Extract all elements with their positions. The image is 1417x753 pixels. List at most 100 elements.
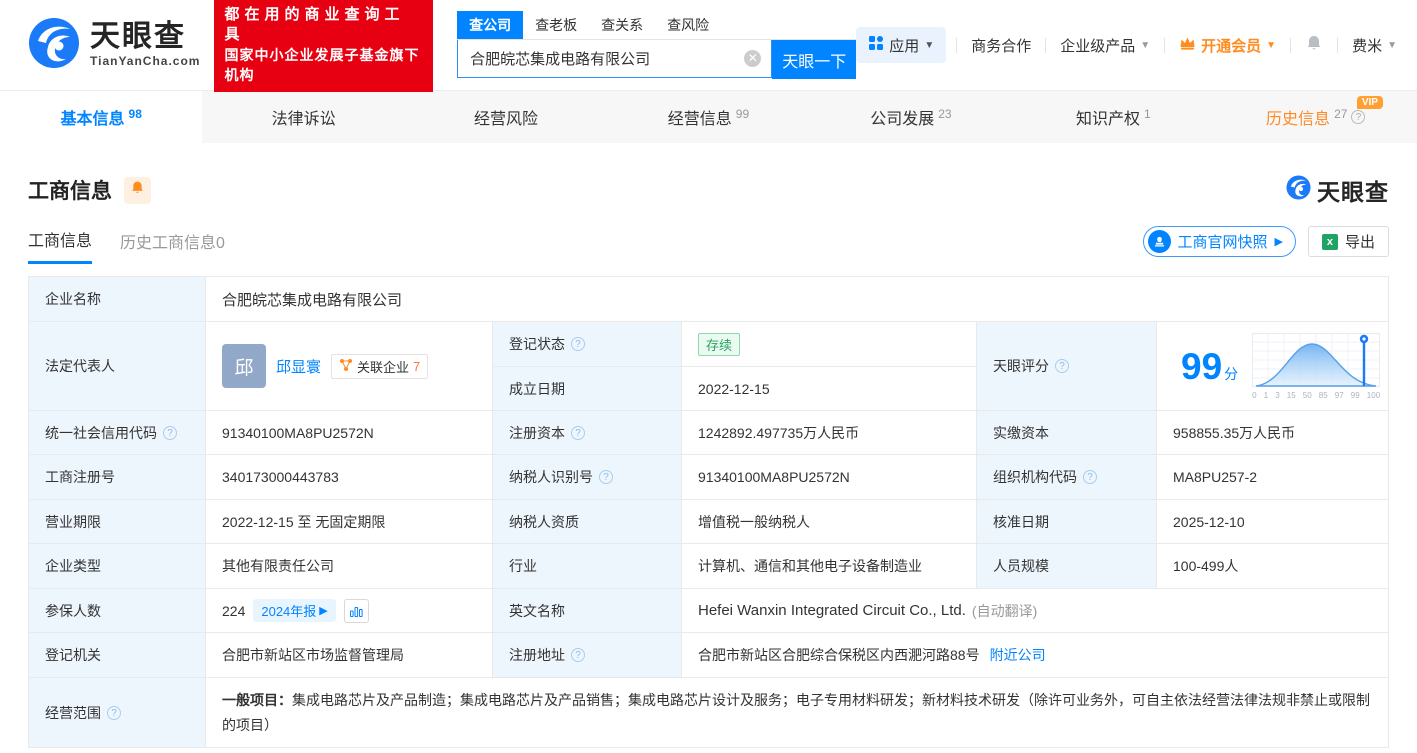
insured-value: 224 2024年报 ▶ <box>206 589 493 633</box>
content: 工商信息 天眼查 工商信息 历史工商信息0 工商官网快照 ▶ x 导出 企业名称… <box>0 173 1417 748</box>
nav-business-coop[interactable]: 商务合作 <box>967 35 1035 56</box>
header: 天眼查 TianYanCha.com 都在用的商业查询工具 国家中小企业发展子基… <box>0 0 1417 92</box>
tab-basic-info[interactable]: 基本信息 98 <box>0 91 203 143</box>
divider <box>1290 37 1292 53</box>
help-icon[interactable]: ? <box>571 337 585 351</box>
credit-code-value: 91340100MA8PU2572N <box>206 411 493 455</box>
logo-icon <box>28 17 80 74</box>
related-companies-badge[interactable]: 关联企业 7 <box>331 353 429 379</box>
chevron-down-icon: ▼ <box>1140 39 1151 51</box>
nav-enterprise-products[interactable]: 企业级产品 ▼ <box>1056 35 1154 56</box>
export-label: 导出 <box>1344 234 1375 251</box>
top-nav: 应用 ▼ 商务合作 企业级产品 ▼ 开通会员 ▼ 费米 ▼ <box>856 27 1401 63</box>
snapshot-label: 工商官网快照 <box>1177 234 1268 251</box>
taxpayer-quality-label: 纳税人资质 <box>493 500 682 544</box>
help-icon[interactable]: ? <box>571 648 585 662</box>
page: 天眼查 TianYanCha.com 都在用的商业查询工具 国家中小企业发展子基… <box>0 0 1417 753</box>
legal-rep-name-link[interactable]: 邱显寰 <box>276 356 321 377</box>
notifications-button[interactable] <box>1301 34 1327 56</box>
nav-app-label: 应用 <box>889 37 920 55</box>
chevron-down-icon: ▼ <box>1387 39 1397 51</box>
business-info-table: 企业名称 合肥皖芯集成电路有限公司 法定代表人 邱 邱显寰 关联企业 7 登记状… <box>28 276 1389 748</box>
help-icon[interactable]: ? <box>107 705 121 720</box>
search-tab-boss[interactable]: 查老板 <box>523 11 589 39</box>
reg-capital-value: 1242892.497735万人民币 <box>682 411 977 455</box>
business-term-label: 营业期限 <box>29 500 206 544</box>
search-area: 查公司 查老板 查关系 查风险 ✕ 天眼一下 <box>457 11 857 79</box>
help-icon[interactable]: ? <box>1083 470 1097 484</box>
arrow-right-icon: ▶ <box>319 605 328 617</box>
divider <box>1337 37 1339 53</box>
divider <box>1045 37 1047 53</box>
score-unit: 分 <box>1224 365 1239 382</box>
subtab-row: 工商信息 历史工商信息0 工商官网快照 ▶ x 导出 <box>28 226 1389 264</box>
subtab-history-business-info[interactable]: 历史工商信息0 <box>120 229 225 263</box>
business-scope-value: 一般项目：集成电路芯片及产品制造；集成电路芯片及产品销售；集成电路芯片设计及服务… <box>206 678 1388 747</box>
annual-report-link[interactable]: 2024年报 ▶ <box>253 599 336 622</box>
search-button[interactable]: 天眼一下 <box>772 40 857 79</box>
score-distribution-chart: 01 3 15 50 85 97 99 100 <box>1252 332 1381 400</box>
tab-history-info[interactable]: VIP 历史信息 27 ? <box>1215 91 1417 143</box>
credit-code-label: 统一社会信用代码? <box>29 411 206 455</box>
nearby-companies-link[interactable]: 附近公司 <box>990 645 1046 665</box>
org-code-value: MA8PU257-2 <box>1157 455 1388 500</box>
company-type-value: 其他有限责任公司 <box>206 544 493 589</box>
staff-size-value: 100-499人 <box>1157 544 1388 589</box>
legal-rep-label: 法定代表人 <box>29 322 206 411</box>
score-axis-ticks: 01 3 15 50 85 97 99 100 <box>1252 390 1381 400</box>
chevron-down-icon: ▼ <box>1266 39 1277 51</box>
tab-legal-litigation[interactable]: 法律诉讼 <box>202 91 404 143</box>
search-tab-risk[interactable]: 查风险 <box>655 11 721 39</box>
taxpayer-quality-value: 增值税一般纳税人 <box>682 500 977 544</box>
legal-rep-value: 邱 邱显寰 关联企业 7 <box>206 322 493 411</box>
reg-address-value: 合肥市新站区合肥综合保税区内西淝河路88号 附近公司 <box>682 633 1388 678</box>
reg-status-value: 存续 <box>682 322 977 367</box>
org-code-label: 组织机构代码? <box>977 455 1157 500</box>
logo-subtitle: TianYanCha.com <box>90 54 201 68</box>
search-tab-relation[interactable]: 查关系 <box>589 11 655 39</box>
help-icon[interactable]: ? <box>1055 359 1069 373</box>
company-name-label: 企业名称 <box>29 277 206 322</box>
arrow-right-icon: ▶ <box>1274 236 1283 248</box>
watermark-logo: 天眼查 <box>1286 173 1389 207</box>
reg-authority-value: 合肥市新站区市场监督管理局 <box>206 633 493 678</box>
nav-open-vip[interactable]: 开通会员 ▼ <box>1175 35 1280 56</box>
chevron-down-icon: ▼ <box>924 39 935 51</box>
english-name-value: Hefei Wanxin Integrated Circuit Co., Ltd… <box>682 589 1388 633</box>
search-tab-company[interactable]: 查公司 <box>457 11 524 39</box>
export-button[interactable]: x 导出 <box>1307 226 1389 257</box>
nav-app[interactable]: 应用 ▼ <box>856 27 947 63</box>
score-value[interactable]: 99 分 0 1 3 15 50 85 97 99 100 <box>1157 322 1388 411</box>
search-input[interactable] <box>458 40 772 77</box>
company-type-label: 企业类型 <box>29 544 206 589</box>
nav-vip-label: 开通会员 <box>1201 37 1262 55</box>
business-scope-label: 经营范围? <box>29 678 206 747</box>
reg-number-label: 工商注册号 <box>29 455 206 500</box>
approval-date-label: 核准日期 <box>977 500 1157 544</box>
staff-size-label: 人员规模 <box>977 544 1157 589</box>
watermark-text: 天眼查 <box>1317 179 1389 205</box>
tab-intellectual-property[interactable]: 知识产权 1 <box>1012 91 1214 143</box>
stamp-icon <box>1147 230 1171 253</box>
nav-user-menu[interactable]: 费米 ▼ <box>1348 35 1401 56</box>
help-icon[interactable]: ? <box>1351 110 1366 124</box>
avatar[interactable]: 邱 <box>222 344 266 388</box>
help-icon[interactable]: ? <box>599 470 613 484</box>
help-icon[interactable]: ? <box>571 425 585 440</box>
approval-date-value: 2025-12-10 <box>1157 500 1388 544</box>
promo-banner: 都在用的商业查询工具 国家中小企业发展子基金旗下机构 <box>214 0 434 92</box>
taxpayer-id-label: 纳税人识别号? <box>493 455 682 500</box>
trend-chart-button[interactable] <box>343 598 369 623</box>
tab-company-development[interactable]: 公司发展 23 <box>810 91 1012 143</box>
subtab-business-info[interactable]: 工商信息 <box>28 227 93 264</box>
official-snapshot-button[interactable]: 工商官网快照 ▶ <box>1142 226 1296 257</box>
tab-operational-risk[interactable]: 经营风险 <box>405 91 607 143</box>
logo-title: 天眼查 <box>90 20 186 53</box>
tab-business-info[interactable]: 经营信息 99 <box>607 91 809 143</box>
help-icon[interactable]: ? <box>163 425 177 440</box>
industry-value: 计算机、通信和其他电子设备制造业 <box>682 544 977 589</box>
bell-icon <box>1305 34 1323 56</box>
vip-badge: VIP <box>1356 96 1383 109</box>
tianyancha-logo[interactable]: 天眼查 TianYanCha.com <box>28 17 200 74</box>
subscribe-bell-button[interactable] <box>124 176 151 204</box>
